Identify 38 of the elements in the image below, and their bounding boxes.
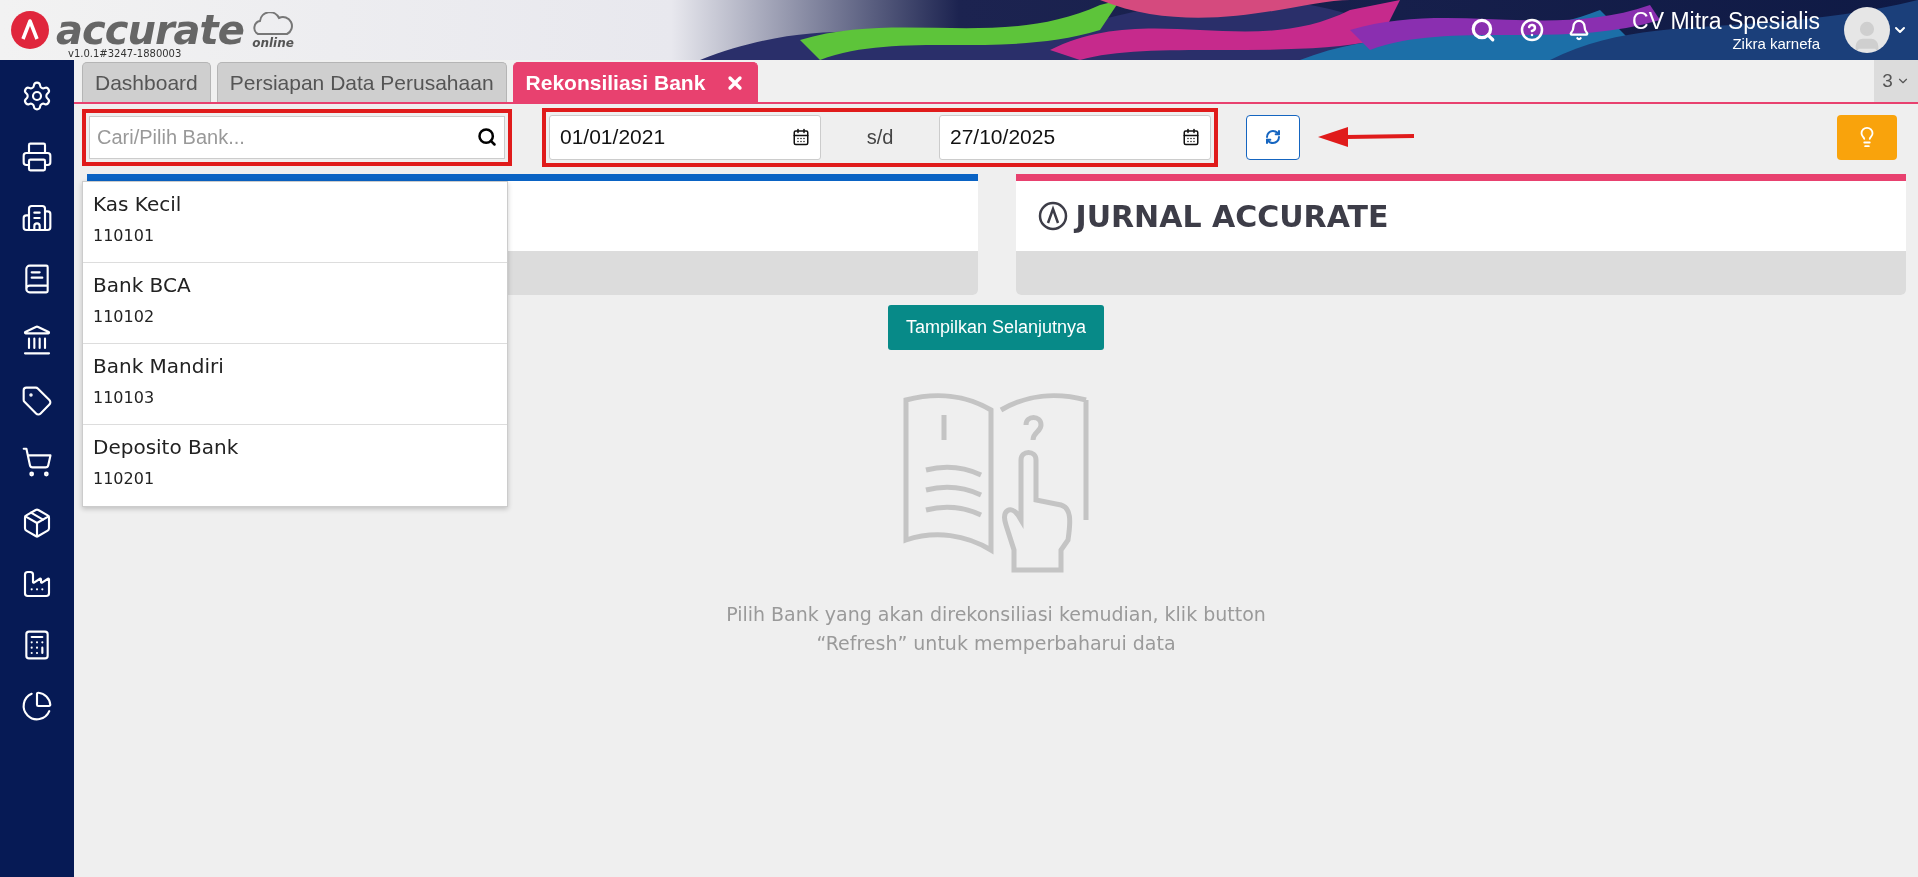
tab[interactable]: Persiapan Data Perusahaan — [216, 62, 507, 102]
card-title: JURNAL ACCURATE — [1075, 198, 1389, 234]
tab[interactable]: Rekonsiliasi Bank — [512, 62, 759, 102]
bank-search-field[interactable]: Cari/Pilih Bank... — [89, 115, 505, 159]
calendar-icon[interactable] — [792, 128, 810, 146]
bank-name: Bank Mandiri — [93, 354, 225, 378]
bank-option[interactable]: Kas Kecil 110101 — [83, 182, 507, 263]
bank-name: Deposito Bank — [93, 435, 240, 459]
user-name: Zikra karnefa — [1732, 35, 1820, 52]
range-separator: s/d — [865, 125, 895, 149]
bank-name: Bank BCA — [93, 273, 192, 297]
show-more-button[interactable]: Tampilkan Selanjutnya — [887, 305, 1105, 350]
logo-text: accurate — [56, 10, 244, 50]
tab-count-button[interactable]: 3 — [1874, 60, 1918, 102]
logo-subtitle: online — [252, 36, 294, 50]
bank-option[interactable]: Deposito Bank 110201 — [83, 425, 507, 506]
bank-code: 110201 — [93, 469, 156, 488]
date-field[interactable]: 01/01/2021 — [549, 114, 821, 160]
bank-code: 110101 — [93, 226, 156, 245]
bank-option[interactable]: Bank BCA 110102 — [83, 263, 507, 344]
search-icon[interactable] — [477, 126, 497, 147]
version-text: v1.0.1#3247-1880003 — [68, 48, 182, 60]
refresh-button[interactable] — [1246, 114, 1300, 160]
bell-icon[interactable] — [1568, 19, 1591, 41]
logo-icon — [10, 10, 50, 50]
bank-option[interactable]: Bank Mandiri 110103 — [83, 344, 507, 425]
search-icon[interactable] — [1470, 17, 1497, 43]
empty-state-message: Pilih Bank yang akan direkonsiliasi kemudian, klik button “Refresh” untuk memperbaharui data — [725, 602, 1267, 657]
bank-name: Kas Kecil — [93, 192, 183, 216]
help-icon[interactable] — [1520, 18, 1545, 42]
bank-code: 110102 — [93, 307, 156, 326]
bank-code: 110103 — [93, 388, 156, 407]
refresh-icon[interactable] — [1265, 129, 1281, 145]
calendar-icon[interactable] — [1182, 128, 1200, 146]
date-field[interactable]: 27/10/2025 — [939, 114, 1211, 160]
logo-icon — [1037, 201, 1068, 231]
company-name: CV Mitra Spesialis — [1632, 8, 1820, 35]
tab[interactable]: Dashboard — [82, 62, 211, 102]
